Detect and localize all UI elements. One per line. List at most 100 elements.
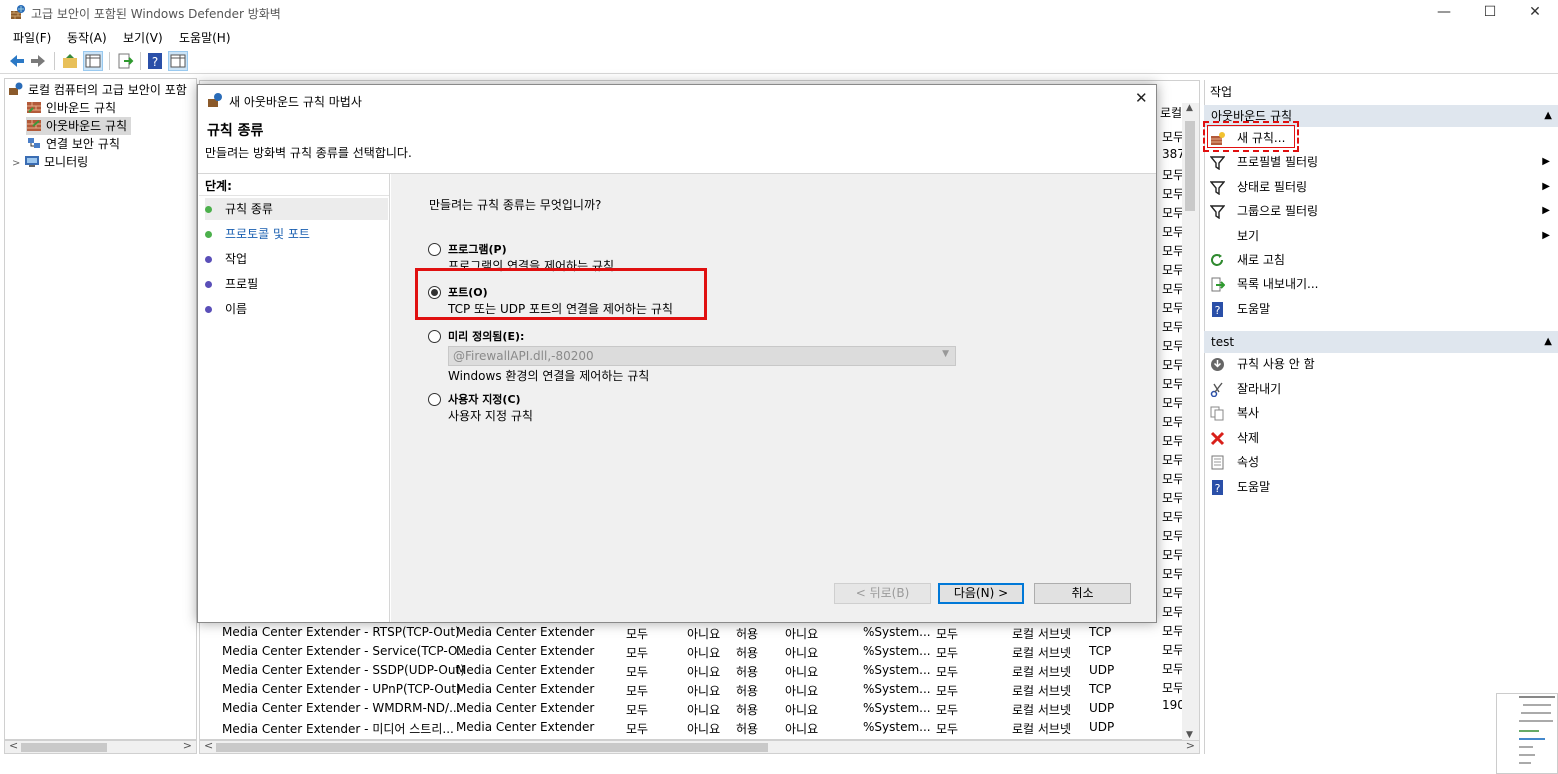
collapse-icon[interactable]: ▲ xyxy=(1544,331,1552,353)
help-icon[interactable]: ? xyxy=(146,52,164,70)
step-name[interactable]: 이름 xyxy=(205,298,388,320)
predefined-select[interactable]: @FirewallAPI.dll,-80200 ▼ xyxy=(448,346,956,366)
menu-action[interactable]: 동작(A) xyxy=(67,29,107,46)
action-item[interactable]: 속성 xyxy=(1208,451,1554,473)
scrollbar-thumb[interactable] xyxy=(216,743,768,752)
submenu-arrow-icon: ▶ xyxy=(1542,156,1550,168)
show-action-pane-icon[interactable] xyxy=(168,51,188,71)
action-item[interactable]: 복사 xyxy=(1208,402,1554,424)
forward-arrow-icon[interactable] xyxy=(29,52,47,70)
action-item[interactable]: 잘라내기 xyxy=(1208,378,1554,400)
table-cell: 아니요 xyxy=(687,722,721,736)
action-item[interactable]: ? 도움말 xyxy=(1208,298,1554,320)
toolbar-separator xyxy=(54,52,55,70)
back-arrow-icon[interactable] xyxy=(8,52,26,70)
action-label: 프로필별 필터링 xyxy=(1237,155,1319,170)
back-button[interactable]: < 뒤로(B) xyxy=(834,583,931,604)
action-item[interactable]: 프로필별 필터링 ▶ xyxy=(1208,151,1554,173)
scrollbar-thumb[interactable] xyxy=(21,743,107,752)
cancel-button[interactable]: 취소 xyxy=(1034,583,1131,604)
menu-help[interactable]: 도움말(H) xyxy=(179,29,231,46)
table-cell: 모두 xyxy=(1162,415,1185,429)
action-item[interactable]: 삭제 xyxy=(1208,427,1554,449)
step-label: 이름 xyxy=(225,302,248,316)
list-horizontal-scrollbar[interactable]: < > xyxy=(199,739,1200,754)
radio-custom[interactable] xyxy=(428,393,441,406)
column-header-local[interactable]: 로컬 xyxy=(1160,104,1182,121)
table-cell: 모두 xyxy=(1162,320,1185,334)
table-cell: Media Center Extender xyxy=(456,682,595,696)
menu-file[interactable]: 파일(F) xyxy=(13,29,51,46)
tree-item-inbound[interactable]: 인바운드 규칙 xyxy=(26,99,116,117)
dialog-close-icon[interactable]: ✕ xyxy=(1135,89,1148,107)
close-icon[interactable]: ✕ xyxy=(1512,0,1558,26)
chevron-down-icon[interactable]: ▼ xyxy=(942,349,949,359)
radio-program[interactable] xyxy=(428,243,441,256)
action-item[interactable]: ? 도움말 xyxy=(1208,476,1554,498)
cut-icon xyxy=(1210,382,1223,397)
up-folder-icon[interactable] xyxy=(61,52,79,70)
action-item[interactable]: 새로 고침 xyxy=(1208,249,1554,271)
table-cell: UDP xyxy=(1089,663,1115,677)
tree-item-outbound[interactable]: 아웃바운드 규칙 xyxy=(26,117,132,135)
table-cell: 아니요 xyxy=(785,665,819,679)
tree-item-connection-security[interactable]: 연결 보안 규칙 xyxy=(26,135,120,153)
table-cell: 모두 xyxy=(1162,396,1185,410)
tree-horizontal-scrollbar[interactable]: < > xyxy=(4,739,197,754)
action-item[interactable]: 규칙 사용 안 함 xyxy=(1208,353,1554,375)
option-custom-label[interactable]: 사용자 지정(C) xyxy=(448,391,521,407)
table-cell: 모두 xyxy=(1162,282,1185,296)
show-tree-icon[interactable] xyxy=(83,51,103,71)
table-cell: 모두 xyxy=(1162,434,1185,448)
action-label: 목록 내보내기... xyxy=(1237,277,1319,292)
scroll-left-icon[interactable]: < xyxy=(204,739,213,752)
step-rule-type[interactable]: 규칙 종류 xyxy=(205,198,388,220)
table-cell: 아니요 xyxy=(785,703,819,717)
tree-item-label: 모니터링 xyxy=(44,155,89,169)
tree-root[interactable]: 로컬 컴퓨터의 고급 보안이 포함 xyxy=(8,81,187,99)
scroll-right-icon[interactable]: > xyxy=(183,739,192,752)
scroll-left-icon[interactable]: < xyxy=(9,739,18,752)
option-program-label[interactable]: 프로그램(P) xyxy=(448,241,507,257)
action-item[interactable]: 목록 내보내기... xyxy=(1208,273,1554,295)
inbound-rules-icon xyxy=(27,102,41,113)
scroll-right-icon[interactable]: > xyxy=(1186,739,1195,752)
minimize-icon[interactable]: — xyxy=(1421,0,1467,26)
table-cell: 로컬 서브넷 xyxy=(1012,665,1072,679)
export-list-icon[interactable] xyxy=(116,52,134,70)
list-vertical-scrollbar[interactable]: ▲ ▼ xyxy=(1182,103,1199,740)
action-item[interactable]: 보기 ▶ xyxy=(1208,225,1554,247)
thumbnail-preview xyxy=(1496,693,1558,774)
table-cell: %System... xyxy=(863,701,931,715)
actions-header: 작업 xyxy=(1210,85,1233,99)
table-cell: 허용 xyxy=(736,703,759,717)
scroll-up-icon[interactable]: ▲ xyxy=(1186,103,1193,113)
step-status-icon xyxy=(205,231,212,238)
tree-root-label: 로컬 컴퓨터의 고급 보안이 포함 xyxy=(28,83,187,97)
step-action[interactable]: 작업 xyxy=(205,248,388,270)
outbound-rules-icon xyxy=(27,120,41,131)
menu-view[interactable]: 보기(V) xyxy=(123,29,163,46)
table-cell: 로컬 서브넷 xyxy=(1012,627,1072,641)
table-cell: 모두 xyxy=(1162,168,1185,182)
submenu-arrow-icon: ▶ xyxy=(1542,229,1550,241)
table-cell: 아니요 xyxy=(785,627,819,641)
tree-item-monitoring[interactable]: > 모니터링 xyxy=(12,153,88,171)
action-item[interactable]: 그룹으로 필터링 ▶ xyxy=(1208,200,1554,222)
firewall-icon xyxy=(208,93,222,107)
radio-predefined[interactable] xyxy=(428,330,441,343)
step-label: 규칙 종류 xyxy=(225,202,273,216)
option-predefined-label[interactable]: 미리 정의됨(E): xyxy=(448,328,524,344)
next-button[interactable]: 다음(N) > xyxy=(938,583,1024,604)
filter-icon xyxy=(1210,205,1225,220)
refresh-icon xyxy=(1211,254,1223,266)
expand-chevron-icon[interactable]: > xyxy=(12,155,24,173)
actions-section-test[interactable]: test ▲ xyxy=(1204,331,1558,353)
collapse-icon[interactable]: ▲ xyxy=(1544,105,1552,127)
scrollbar-thumb[interactable] xyxy=(1185,121,1195,211)
step-protocol-port[interactable]: 프로토콜 및 포트 xyxy=(205,223,388,245)
step-profile[interactable]: 프로필 xyxy=(205,273,388,295)
maximize-icon[interactable]: ☐ xyxy=(1467,0,1513,26)
action-item[interactable]: 상태로 필터링 ▶ xyxy=(1208,176,1554,198)
step-label: 프로필 xyxy=(225,277,259,291)
